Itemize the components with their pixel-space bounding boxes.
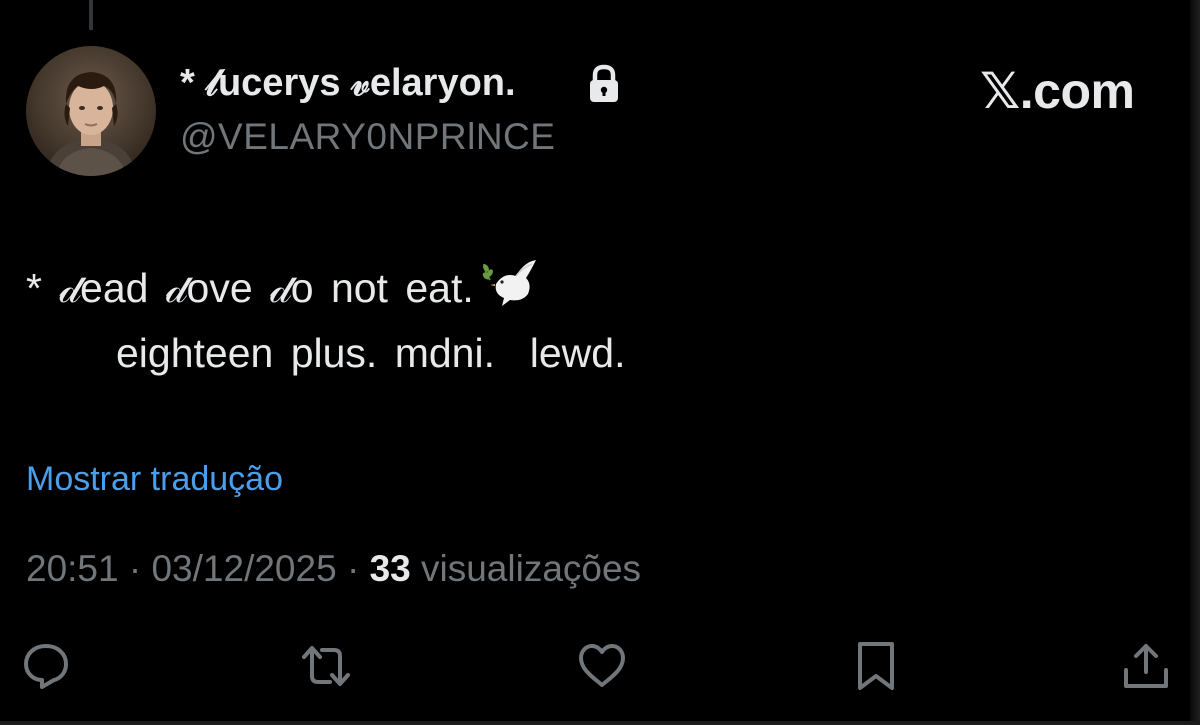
bookmark-icon: [858, 642, 894, 690]
meta-separator: ·: [128, 548, 142, 589]
tweet-metadata: 20:51 · 03/12/2025 · 33 visualizações: [26, 548, 641, 590]
avatar-portrait-icon: [26, 46, 156, 176]
display-name[interactable]: * 𝓁ucerys 𝓋elaryon.: [180, 62, 516, 105]
tweet-date[interactable]: 03/12/2025: [151, 548, 336, 589]
divider: [0, 721, 1200, 725]
like-icon: [579, 644, 625, 687]
share-icon: [1124, 644, 1168, 688]
views-label[interactable]: visualizações: [421, 548, 641, 589]
show-translation-link[interactable]: Mostrar tradução: [26, 460, 283, 499]
like-button[interactable]: [576, 640, 628, 692]
bookmark-button[interactable]: [850, 640, 902, 692]
reply-button[interactable]: [20, 640, 72, 692]
lock-icon: [586, 64, 622, 104]
tweet-time[interactable]: 20:51: [26, 548, 119, 589]
avatar[interactable]: [26, 46, 156, 176]
retweet-button[interactable]: [300, 640, 352, 692]
screen-edge: [1190, 0, 1200, 725]
share-button[interactable]: [1120, 640, 1172, 692]
thread-connector-line: [89, 0, 93, 30]
user-handle[interactable]: @VELARY0NPRlNCE: [180, 116, 555, 158]
views-count[interactable]: 33: [370, 548, 411, 589]
tweet-text-line-1-content: * 𝒹ead 𝒹ove 𝒹o not eat.: [26, 265, 474, 311]
meta-separator: ·: [346, 548, 360, 589]
tweet-text-line-2: eighteen plus. mdni. lewd.: [116, 330, 626, 376]
retweet-icon: [302, 646, 350, 686]
reply-icon: [24, 644, 68, 689]
x-watermark-logo: 𝕏.com: [980, 63, 1135, 119]
tweet-text-line-1: * 𝒹ead 𝒹ove 𝒹o not eat.: [26, 258, 540, 313]
dove-icon: [482, 258, 540, 308]
